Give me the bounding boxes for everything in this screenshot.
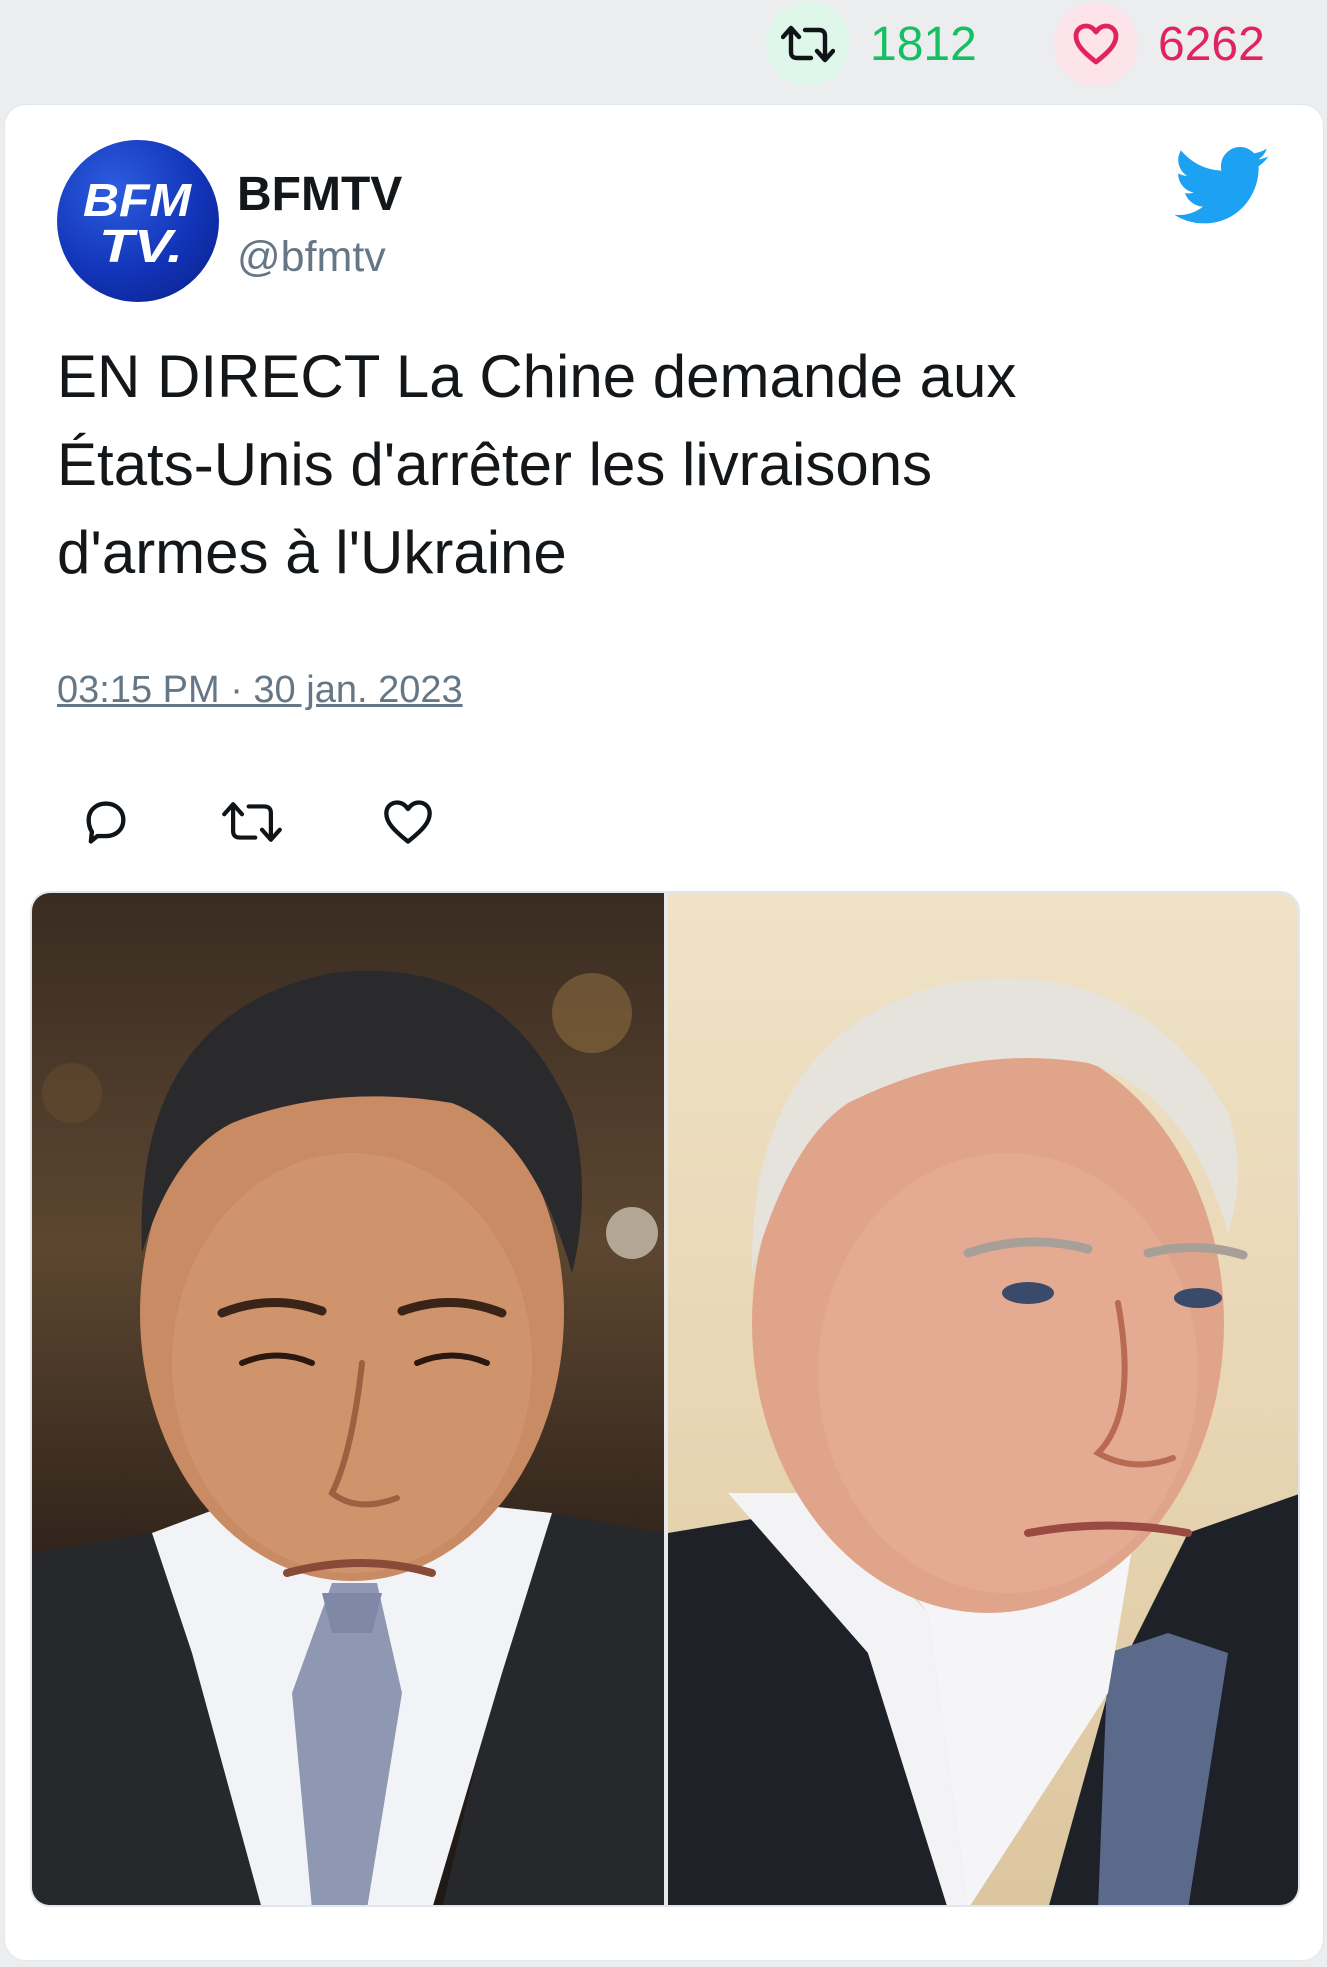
avatar[interactable]: BFM TV.	[57, 140, 219, 302]
retweet-stat[interactable]: 1812	[766, 0, 977, 88]
tweet-card: BFM TV. BFMTV @bfmtv EN DIRECT La Chine …	[4, 104, 1324, 1961]
engagement-stats: 1812 6262	[0, 0, 1327, 100]
tweet-text-line: d'armes à l'Ukraine	[57, 519, 567, 586]
retweet-button[interactable]	[217, 787, 287, 857]
tweet-text: EN DIRECT La Chine demande aux États-Uni…	[57, 333, 1257, 597]
tweet-timestamp-link[interactable]: 03:15 PM · 30 jan. 2023	[57, 669, 463, 712]
reply-button[interactable]	[71, 787, 141, 857]
bfmtv-logo: BFM TV.	[83, 174, 193, 272]
avatar-logo-line-1: BFM	[83, 174, 193, 226]
like-icon	[384, 800, 432, 844]
right-portrait-photo	[668, 893, 1298, 1905]
like-button[interactable]	[373, 787, 443, 857]
author-name[interactable]: BFMTV	[237, 167, 402, 222]
author-handle[interactable]: @bfmtv	[237, 233, 386, 282]
twitter-bird-icon[interactable]	[1174, 147, 1271, 230]
like-count: 6262	[1158, 17, 1265, 71]
reply-icon	[86, 801, 126, 844]
tweet-media[interactable]	[30, 891, 1300, 1907]
retweet-icon	[766, 2, 850, 86]
retweet-icon	[222, 802, 282, 842]
tweet-text-line: États-Unis d'arrêter les livraisons	[57, 431, 933, 498]
avatar-logo-line-2: TV.	[99, 220, 183, 272]
like-stat[interactable]: 6262	[1054, 0, 1265, 88]
heart-icon	[1054, 2, 1138, 86]
tweet-text-line: EN DIRECT La Chine demande aux	[57, 343, 1017, 410]
left-portrait-photo	[32, 893, 664, 1905]
retweet-count: 1812	[870, 17, 977, 71]
